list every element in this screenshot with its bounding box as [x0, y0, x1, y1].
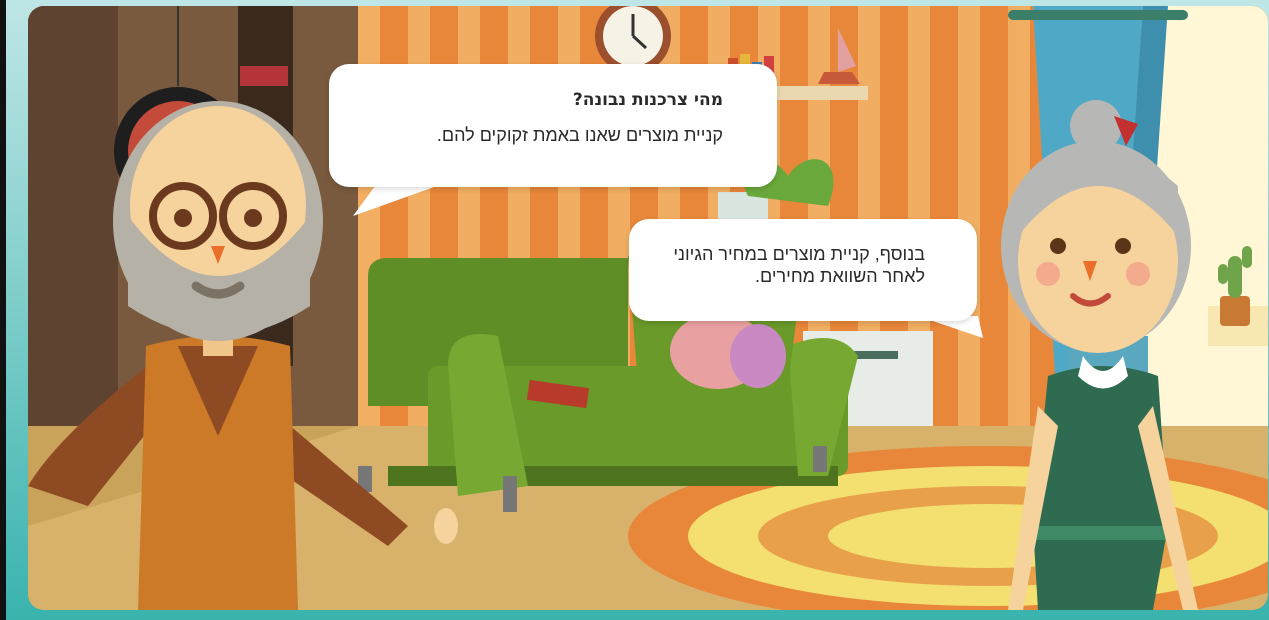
grandma-speech-bubble: בנוסף, קניית מוצרים במחיר הגיוני לאחר הש…: [629, 219, 977, 321]
bubble-answer-text: קניית מוצרים שאנו באמת זקוקים להם.: [436, 125, 723, 145]
bubble-addition-text: בנוסף, קניית מוצרים במחיר הגיוני לאחר הש…: [673, 244, 925, 286]
grandpa-speech-bubble: מהי צרכנות נבונה? קניית מוצרים שאנו באמת…: [329, 64, 777, 187]
curtain-rod: [1008, 10, 1188, 20]
bubble-question-title: מהי צרכנות נבונה?: [572, 90, 723, 110]
